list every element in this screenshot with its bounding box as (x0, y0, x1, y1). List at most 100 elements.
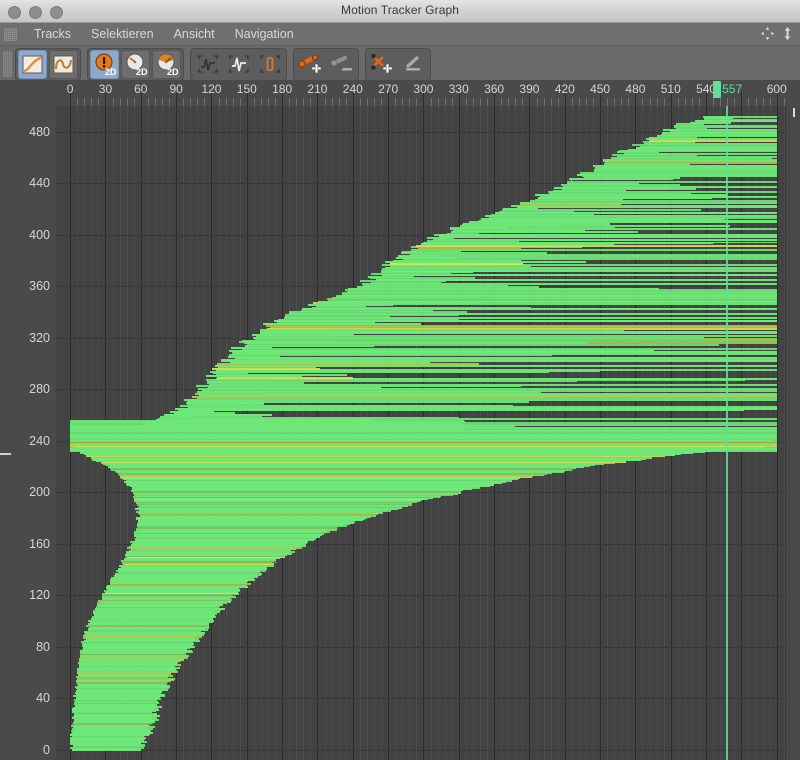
track-bar[interactable] (260, 329, 624, 331)
track-bar[interactable] (187, 401, 530, 403)
track-bar[interactable] (74, 702, 161, 705)
track-bar[interactable] (70, 441, 777, 444)
track-bar[interactable] (225, 360, 777, 362)
track-bar[interactable] (136, 501, 418, 504)
track-bar[interactable] (195, 392, 777, 395)
track-bar[interactable] (216, 370, 601, 373)
track-bar[interactable] (460, 224, 730, 227)
track-bar[interactable] (628, 148, 777, 151)
value-axis-label: 400 (29, 227, 50, 242)
add-track-button[interactable] (296, 50, 325, 79)
track-bar[interactable] (647, 138, 777, 141)
ruler-tick (190, 98, 192, 106)
curve-editor-button[interactable] (18, 49, 47, 79)
trim-track-button[interactable] (399, 50, 428, 79)
value-axis-label: 360 (29, 279, 50, 294)
track-bar[interactable] (80, 653, 187, 656)
menu-ansicht[interactable]: Ansicht (164, 23, 225, 45)
ruler-label: 30 (98, 82, 113, 96)
ruler-tick (607, 98, 609, 106)
track-bar[interactable] (136, 527, 339, 530)
track-bar[interactable] (118, 473, 546, 475)
track-bar[interactable] (137, 506, 399, 509)
view-mode-group (15, 47, 81, 81)
ruler-tick (656, 98, 658, 106)
waveform-dark-icon (197, 55, 218, 73)
toolbar-grip-icon[interactable] (3, 51, 12, 77)
playhead-handle[interactable] (713, 81, 722, 98)
ruler-tick (416, 98, 418, 106)
track-bar[interactable] (354, 287, 659, 290)
window-grip-icon[interactable] (4, 27, 17, 41)
frame-ruler[interactable]: 0 30 60 90 120 150 180 210 240 270 300 330 360 390 420… (0, 80, 800, 106)
track-bar[interactable] (381, 269, 695, 272)
track-bar[interactable] (135, 496, 439, 499)
tracker-2d-speed-button[interactable]: 2D (121, 49, 150, 79)
track-bar[interactable] (133, 491, 459, 493)
track-bar[interactable] (315, 303, 777, 306)
ruler-tick (77, 98, 79, 106)
track-bar[interactable] (122, 560, 277, 563)
track-bar[interactable] (100, 599, 230, 602)
ruler-tick (395, 98, 397, 106)
track-bar[interactable] (125, 555, 285, 558)
move-window-icon[interactable] (760, 26, 775, 41)
track-edit-group (293, 47, 359, 81)
graph-plot-area[interactable] (56, 106, 785, 760)
ruler-tick (409, 98, 411, 106)
menu-navigation[interactable]: Navigation (225, 23, 304, 45)
menu-tracks[interactable]: Tracks (24, 23, 81, 45)
ruler-tick (536, 98, 538, 106)
track-bar[interactable] (72, 723, 153, 725)
track-bar[interactable] (432, 238, 777, 241)
show-range-button[interactable] (255, 50, 284, 79)
track-bar[interactable] (234, 357, 777, 360)
track-bar[interactable] (336, 295, 777, 298)
remove-track-button[interactable] (327, 50, 356, 79)
track-bar[interactable] (178, 408, 459, 411)
show-curve-button[interactable] (193, 50, 222, 79)
track-bar[interactable] (135, 532, 327, 535)
waveform-light-icon (228, 55, 249, 73)
track-bar[interactable] (703, 115, 777, 118)
ruler-tick (161, 98, 163, 106)
ruler-label: 0 (66, 82, 74, 96)
resize-window-icon[interactable] (780, 26, 795, 41)
track-bar[interactable] (288, 313, 636, 316)
track-bar[interactable] (112, 468, 575, 470)
track-bar[interactable] (88, 625, 208, 627)
axis-handle[interactable] (0, 453, 11, 455)
track-bar[interactable] (206, 380, 577, 383)
track-cut-group (365, 47, 431, 81)
ruler-tick (296, 98, 298, 106)
ruler-tick (98, 98, 100, 106)
track-bar[interactable] (243, 341, 589, 344)
ruler-tick (762, 98, 764, 106)
menu-selektieren[interactable]: Selektieren (81, 23, 164, 45)
ruler-tick (769, 98, 771, 106)
track-bar[interactable] (197, 390, 542, 393)
track-bar[interactable] (566, 181, 777, 184)
trim-icon (405, 56, 420, 71)
show-peaks-button[interactable] (224, 50, 253, 79)
tracker-2d-error-button[interactable]: 2D (90, 49, 119, 79)
track-bar[interactable] (423, 241, 777, 244)
track-bar[interactable] (233, 350, 777, 353)
scroll-nub[interactable] (793, 108, 795, 117)
split-track-button[interactable] (368, 50, 397, 79)
track-bar[interactable] (595, 166, 777, 169)
track-bar[interactable] (495, 211, 777, 214)
curve-graph-icon (22, 55, 43, 73)
track-bar[interactable] (164, 416, 459, 419)
track-bar[interactable] (259, 330, 777, 333)
dope-sheet-button[interactable] (49, 49, 78, 79)
ruler-tick (366, 98, 368, 106)
playhead-line[interactable] (726, 106, 729, 760)
track-bar[interactable] (103, 594, 235, 596)
ruler-tick (614, 98, 616, 106)
track-bar[interactable] (76, 681, 169, 684)
ruler-label: 90 (169, 82, 183, 96)
track-bar[interactable] (402, 258, 777, 261)
tracker-2d-accel-button[interactable]: 2D (152, 49, 181, 79)
track-bar[interactable] (400, 255, 777, 258)
